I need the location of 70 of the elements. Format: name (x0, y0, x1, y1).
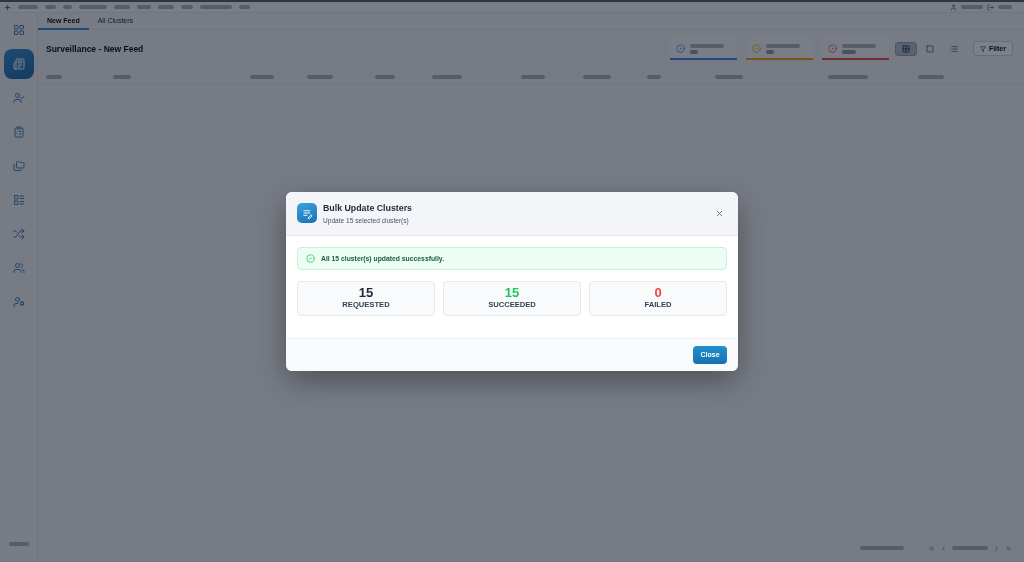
circle-dot-icon (675, 44, 685, 53)
close-icon (714, 208, 724, 218)
blurred-menu-label (79, 5, 107, 9)
user-gear-icon (12, 296, 25, 308)
edit-list-icon (297, 203, 317, 223)
blurred-logout-label (998, 5, 1012, 9)
grid-icon (12, 24, 25, 36)
folders-icon (12, 160, 25, 172)
filter-icon (979, 45, 986, 52)
check-circle-icon (306, 253, 315, 263)
list-icon (949, 44, 958, 53)
blurred-user-label (961, 5, 983, 9)
clipboard-icon (12, 126, 25, 138)
blurred-menu-label (200, 5, 232, 9)
blurred-metric-label (689, 43, 724, 48)
blurred-metric-label (765, 43, 800, 48)
metric-underline (745, 58, 813, 60)
blurred-menu-label (137, 5, 151, 9)
blurred-menu-label (158, 5, 174, 9)
blurred-column-label (307, 74, 333, 79)
blurred-metric-value (765, 49, 774, 54)
view-toggle-button[interactable] (894, 41, 917, 56)
metric-underline (669, 58, 737, 60)
circle-dot-icon (751, 44, 761, 53)
blurred-menu-label (18, 5, 38, 9)
blurred-metric-value (841, 49, 856, 54)
blurred-metric-value (689, 49, 698, 54)
star-logo-icon (4, 3, 11, 11)
page-title: Surveillance - New Feed (46, 43, 144, 54)
list-icon (12, 194, 25, 206)
first-page-icon[interactable] (928, 544, 935, 552)
next-page-icon[interactable] (993, 544, 1000, 552)
blurred-column-label (828, 74, 868, 79)
square-icon (925, 44, 934, 53)
blurred-version-label (8, 542, 29, 546)
logout-icon[interactable] (987, 3, 994, 11)
blurred-column-label (375, 74, 395, 79)
blurred-page-label (952, 546, 988, 550)
blurred-menu-label (45, 5, 56, 9)
last-page-icon[interactable] (1005, 544, 1012, 552)
metric-underline (821, 58, 889, 60)
user-icon[interactable] (950, 3, 957, 11)
blurred-row-count (860, 546, 904, 550)
sidebar-item[interactable] (3, 49, 34, 79)
blurred-column-label (113, 74, 131, 79)
newspaper-icon (12, 58, 25, 70)
user-check-icon (12, 92, 25, 104)
shuffle-icon (12, 228, 25, 240)
circle-dot-icon (827, 44, 837, 53)
blurred-menu-label (63, 5, 72, 9)
result-count: 0 (654, 286, 662, 300)
blurred-column-label (250, 74, 274, 79)
blurred-menu-label (239, 5, 250, 9)
grid-icon (901, 44, 910, 53)
blurred-column-label (647, 74, 661, 79)
blurred-column-label (46, 74, 62, 79)
blurred-column-label (715, 74, 743, 79)
blurred-column-label (432, 74, 462, 79)
result-count: 15 (358, 286, 374, 300)
previous-page-icon[interactable] (940, 544, 947, 552)
result-count: 15 (504, 286, 520, 300)
blurred-menu-label (181, 5, 193, 9)
close-button[interactable] (714, 208, 724, 218)
blurred-menu-label (114, 5, 130, 9)
blurred-column-label (521, 74, 545, 79)
blurred-column-label (583, 74, 611, 79)
users-icon (12, 262, 25, 274)
blurred-column-label (918, 74, 944, 79)
blurred-metric-label (841, 43, 876, 48)
dialog-title: Bulk Update Clusters (323, 202, 412, 213)
